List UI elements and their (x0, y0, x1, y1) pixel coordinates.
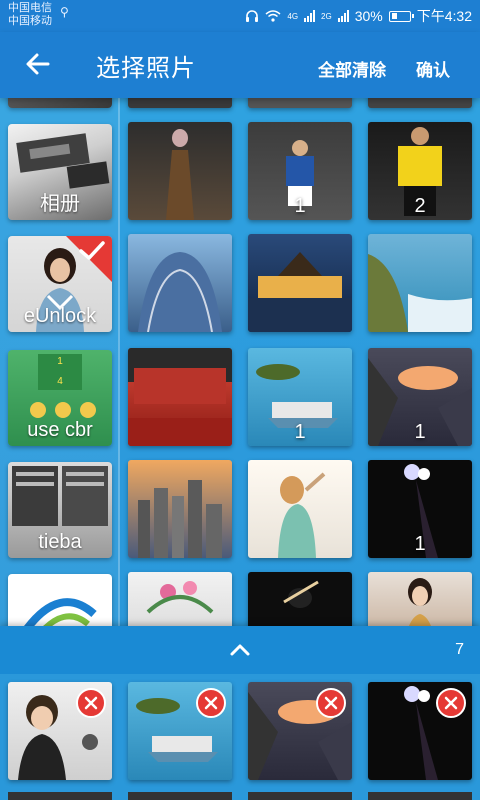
app-bar: 选择照片 全部清除 确认 (0, 32, 480, 98)
wifi-icon (265, 10, 281, 22)
clock: 下午4:32 (416, 8, 472, 24)
photo-image (408, 578, 432, 626)
photo-picker-content: 相册 eUnlock 1 4 use cbr tieba 1 2 1 1 1 (0, 98, 480, 626)
album-item-gallery[interactable]: 相册 (8, 124, 112, 220)
remove-icon[interactable] (196, 688, 226, 718)
photo-thumb[interactable] (368, 234, 472, 332)
album-item-cmcc[interactable] (8, 574, 112, 626)
page-title: 选择照片 (96, 55, 196, 82)
photo-image (278, 472, 326, 558)
album-item-tieba[interactable]: tieba (8, 462, 112, 558)
selected-drawer-bar[interactable]: 7 (0, 626, 480, 674)
carrier-2: 中国移动 (8, 15, 52, 27)
usb-icon: ⚲ (60, 5, 69, 19)
photo-image (146, 581, 214, 614)
remove-icon[interactable] (76, 688, 106, 718)
remove-icon[interactable] (436, 688, 466, 718)
selected-photo[interactable] (8, 682, 112, 780)
status-indicators: 4G 2G 30% 下午4:32 (245, 6, 472, 26)
headphone-icon (246, 10, 259, 22)
confirm-button[interactable]: 确认 (416, 56, 450, 81)
network-type-1: 4G (287, 11, 299, 21)
carrier-1: 中国电信 (8, 2, 52, 14)
clear-all-button[interactable]: 全部清除 (318, 56, 386, 81)
photo-thumb[interactable] (128, 122, 232, 220)
selected-photo-partial[interactable] (368, 792, 472, 800)
signal-2-icon (337, 10, 349, 22)
photo-thumb[interactable]: 2 (368, 122, 472, 220)
album-label: tieba (38, 531, 82, 553)
photo-image (138, 252, 222, 332)
selected-photo-partial[interactable] (8, 792, 112, 800)
battery-percent: 30% (354, 8, 383, 24)
photo-thumb[interactable]: 1 (368, 348, 472, 446)
signal-1-icon (304, 10, 316, 22)
selection-count: 1 (414, 421, 426, 443)
album-list[interactable]: 相册 eUnlock 1 4 use cbr tieba (0, 98, 120, 626)
svg-text:1: 1 (57, 356, 63, 367)
selected-photo-partial[interactable] (248, 792, 352, 800)
back-arrow-icon[interactable] (22, 48, 54, 80)
chevron-up-icon[interactable] (228, 640, 252, 660)
album-label: eUnlock (23, 305, 97, 327)
photo-image (368, 254, 472, 332)
photo-thumb[interactable] (368, 572, 472, 626)
photo-thumb-partial[interactable] (128, 98, 232, 108)
check-icon (79, 241, 105, 260)
photo-thumb[interactable]: 1 (248, 348, 352, 446)
selected-photo[interactable] (128, 682, 232, 780)
selected-photos-tray (0, 674, 480, 800)
photo-image (283, 580, 319, 608)
photo-thumb[interactable] (128, 348, 232, 446)
album-item-eunlock[interactable]: eUnlock (8, 236, 112, 332)
network-type-2: 2G (321, 11, 332, 21)
selected-photo-partial[interactable] (128, 792, 232, 800)
status-bar: 中国电信 中国移动 ⚲ 4G 2G 30% 下午4:32 (0, 0, 480, 32)
album-label: use cbr (27, 419, 93, 441)
photo-image (166, 129, 194, 220)
selection-count: 1 (294, 421, 306, 443)
selection-count: 1 (414, 533, 426, 555)
album-item-partial[interactable] (8, 98, 112, 108)
photo-thumb[interactable]: 1 (368, 460, 472, 558)
photo-thumb[interactable] (248, 234, 352, 332)
photo-thumb[interactable]: 1 (248, 122, 352, 220)
remove-icon[interactable] (316, 688, 346, 718)
photo-thumb-partial[interactable] (248, 98, 352, 108)
album-item-usecbr[interactable]: 1 4 use cbr (8, 350, 112, 446)
album-label: 相册 (40, 193, 80, 215)
battery-icon (388, 10, 414, 22)
selection-count: 1 (294, 195, 306, 217)
photo-thumb[interactable] (128, 460, 232, 558)
selection-count: 2 (414, 195, 426, 217)
selected-photo[interactable] (248, 682, 352, 780)
photo-image (138, 480, 222, 558)
selected-count: 7 (455, 641, 464, 658)
photo-image (128, 348, 232, 446)
cmcc-logo (24, 598, 97, 626)
photo-thumb-partial[interactable] (368, 98, 472, 108)
svg-text:4: 4 (57, 376, 63, 387)
photo-thumb[interactable] (128, 234, 232, 332)
photo-thumb[interactable] (248, 572, 352, 626)
carrier-info: 中国电信 中国移动 ⚲ (8, 2, 69, 28)
selected-photo[interactable] (368, 682, 472, 780)
photo-thumb[interactable] (128, 572, 232, 626)
photo-image (248, 252, 352, 332)
photo-thumb[interactable] (248, 460, 352, 558)
